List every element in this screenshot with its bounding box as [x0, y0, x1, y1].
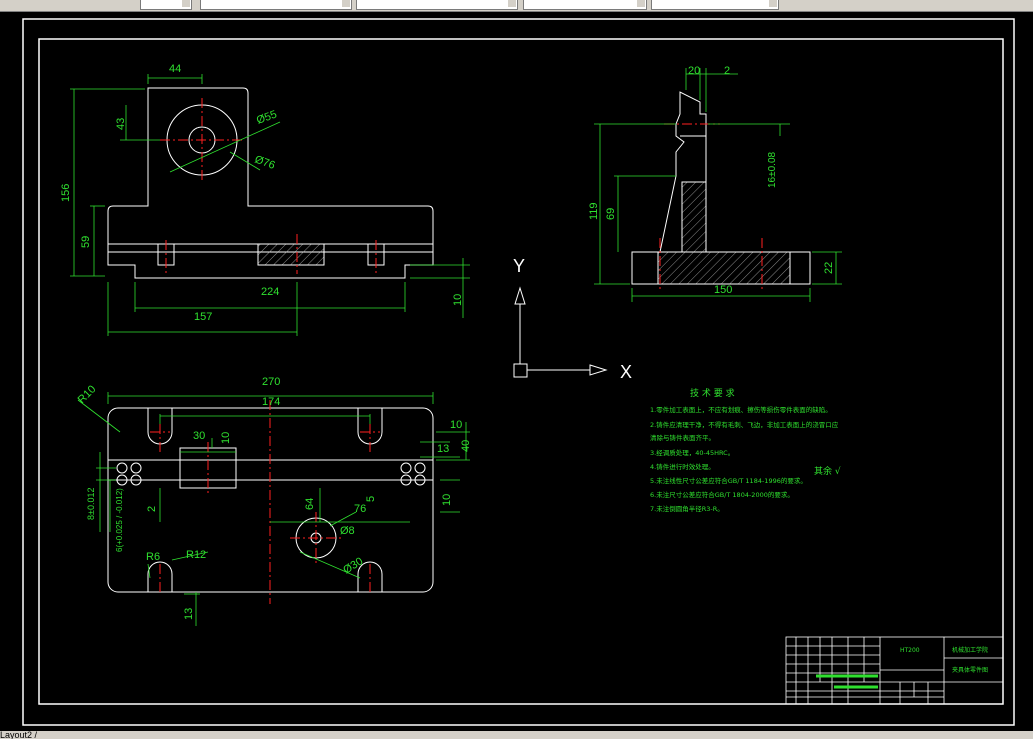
dim-69: 69: [605, 208, 617, 220]
cad-drawing: 44 43 156 59 Ø55 Ø76 224 157 10 20 2 119…: [22, 18, 1015, 726]
dim-fit-8: 8±0.012: [86, 488, 96, 520]
drawing-canvas[interactable]: 44 43 156 59 Ø55 Ø76 224 157 10 20 2 119…: [0, 12, 1033, 731]
toolbar: [0, 0, 1033, 12]
dim-156: 156: [60, 184, 72, 202]
layout-tab[interactable]: Layout2 /: [0, 731, 37, 739]
dim-fit-6: 6(+0.025 / -0.012): [115, 488, 124, 552]
title-material: HT200: [900, 647, 920, 654]
dim-r10: R10: [76, 383, 99, 406]
roughness-symbol: 其余 √: [814, 465, 841, 477]
outer-border: [22, 18, 1015, 726]
ucs-icon: [513, 286, 608, 378]
dim-13b: 13: [183, 608, 195, 620]
toolbar-combo-2[interactable]: [200, 0, 352, 10]
ucs-x-label: X: [620, 362, 632, 382]
ucs-y-label: Y: [513, 256, 525, 276]
dim-64: 64: [304, 498, 316, 510]
dim-40: 40: [460, 440, 472, 452]
inner-frame: [38, 38, 1004, 705]
title-drawing-name: 夹具体零件图: [952, 666, 988, 674]
dim-119: 119: [588, 202, 600, 220]
dim-174: 174: [262, 396, 280, 408]
tech-requirements: 技 术 要 求 1.零件加工表面上，不应有划痕、擦伤等损伤零件表面的缺陷。 2.…: [650, 387, 841, 513]
side-view: [631, 91, 811, 285]
dim-10c: 10: [441, 494, 453, 506]
dim-30: 30: [193, 430, 205, 442]
dim-150: 150: [714, 284, 732, 296]
dim-2: 2: [146, 506, 158, 512]
tech-req-line-3: 清除与铸件表面齐平。: [650, 433, 715, 442]
dim-22: 22: [823, 262, 835, 274]
tech-req-line-7: 6.未注尺寸公差应符合GB/T 1804-2000的要求。: [650, 490, 794, 499]
dim-10: 10: [452, 294, 464, 306]
toolbar-combo-3[interactable]: [356, 0, 518, 10]
dim-20: 20: [688, 65, 700, 77]
dim-43: 43: [115, 118, 127, 130]
tech-req-line-2: 2.铸件应清理干净，不得有毛刺、飞边，非加工表面上的浇冒口应: [650, 420, 839, 429]
dim-16-tol: 16±0.08: [767, 151, 778, 188]
tech-req-line-4: 3.经调质处理，40-45HRC。: [650, 448, 734, 457]
dim-10a: 10: [220, 432, 232, 444]
toolbar-combo-5[interactable]: [651, 0, 779, 10]
tech-req-line-6: 5.未注线性尺寸公差应符合GB/T 1184-1996的要求。: [650, 476, 807, 485]
dim-44: 44: [169, 63, 181, 75]
title-school: 机械加工学院: [952, 646, 988, 654]
dim-10b: 10: [450, 419, 462, 431]
tech-req-line-5: 4.铸件进行时效处理。: [650, 462, 715, 471]
tech-req-line-1: 1.零件加工表面上，不应有划痕、擦伤等损伤零件表面的缺陷。: [650, 405, 832, 414]
tech-req-line-8: 7.未注倒圆角半径R3-R。: [650, 504, 724, 513]
dim-dia76: Ø76: [253, 154, 277, 172]
plan-dimlines: [77, 392, 470, 626]
dim-dia30: Ø30: [341, 555, 365, 576]
toolbar-combo-4[interactable]: [523, 0, 647, 10]
dim-2: 2: [724, 65, 730, 77]
dim-13: 13: [437, 443, 449, 455]
dim-270: 270: [262, 376, 280, 388]
layout-tab-bar: Layout2 /: [0, 731, 1033, 739]
toolbar-combo-1[interactable]: [140, 0, 192, 10]
dim-dia8: Ø8: [340, 525, 355, 537]
dim-59: 59: [80, 236, 92, 248]
dim-157: 157: [194, 311, 212, 323]
dim-76: 76: [354, 503, 366, 515]
dim-5: 5: [365, 496, 377, 502]
dim-224: 224: [261, 286, 279, 298]
tech-req-title: 技 术 要 求: [690, 387, 735, 399]
dim-r12: R12: [186, 549, 206, 561]
dim-r6: R6: [146, 551, 160, 563]
